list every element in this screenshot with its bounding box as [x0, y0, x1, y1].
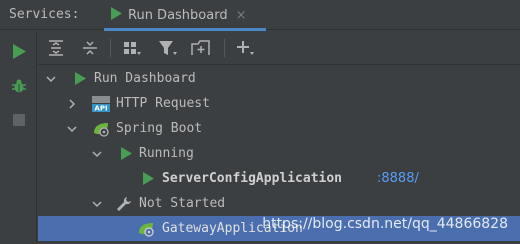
watermark-text: https://blog.csdn.net/qq_44866828 [262, 216, 508, 232]
debug-icon [12, 79, 26, 93]
services-toolbar [38, 31, 520, 65]
tree-row-running[interactable]: Running [38, 141, 520, 166]
side-toolbar [0, 31, 37, 244]
tab-run-dashboard[interactable]: Run Dashboard × [104, 0, 266, 31]
group-by-button[interactable] [122, 39, 142, 57]
run-icon [13, 43, 26, 59]
new-tab-button[interactable] [191, 39, 211, 57]
add-button[interactable] [236, 39, 256, 57]
tab-label: Run Dashboard [128, 7, 228, 23]
chevron-right-icon[interactable] [67, 98, 77, 109]
toolbar-separator [110, 39, 111, 57]
chevron-down-icon[interactable] [92, 149, 102, 159]
spring-boot-icon [92, 120, 110, 138]
toolbar-separator [224, 39, 225, 57]
services-title: Services: [9, 7, 80, 22]
tree-row-server-config-application[interactable]: ServerConfigApplication :8888/ [38, 166, 520, 191]
run-button[interactable] [10, 42, 28, 60]
tree-row-not-started[interactable]: Not Started [38, 191, 520, 216]
tree-label: Spring Boot [116, 121, 203, 136]
stop-button[interactable] [10, 111, 28, 129]
debug-button[interactable] [10, 77, 28, 95]
wrench-icon [115, 195, 133, 213]
tree-row-run-dashboard[interactable]: Run Dashboard [38, 66, 520, 91]
chevron-down-icon[interactable] [46, 74, 56, 84]
expand-all-icon [49, 40, 63, 56]
run-icon [117, 145, 135, 163]
tree-row-http-request[interactable]: API HTTP Request [38, 91, 520, 116]
tree-label: HTTP Request [116, 96, 210, 111]
close-icon[interactable]: × [236, 8, 247, 23]
collapse-all-button[interactable] [80, 39, 100, 57]
run-icon [139, 170, 157, 188]
tree-label: ServerConfigApplication [162, 171, 343, 186]
collapse-all-icon [83, 41, 97, 55]
new-tab-icon [191, 40, 210, 55]
services-title-bar: Services: Run Dashboard × [0, 0, 520, 31]
chevron-down-icon[interactable] [67, 124, 77, 134]
run-icon [110, 6, 122, 24]
run-icon [71, 70, 89, 88]
tree-label: Running [139, 146, 194, 161]
group-by-icon [124, 42, 141, 55]
filter-icon [159, 41, 177, 55]
chevron-down-icon[interactable] [92, 199, 102, 209]
spring-boot-icon [137, 220, 155, 238]
add-icon [237, 41, 254, 55]
stop-icon [13, 114, 25, 126]
port-link[interactable]: :8888/ [377, 171, 419, 186]
api-icon: API [92, 95, 110, 113]
tree-row-spring-boot[interactable]: Spring Boot [38, 116, 520, 141]
expand-all-button[interactable] [46, 39, 66, 57]
tree-label: Run Dashboard [94, 71, 196, 86]
tree-label: Not Started [139, 196, 226, 211]
svg-text:API: API [94, 104, 107, 112]
filter-button[interactable] [158, 39, 178, 57]
